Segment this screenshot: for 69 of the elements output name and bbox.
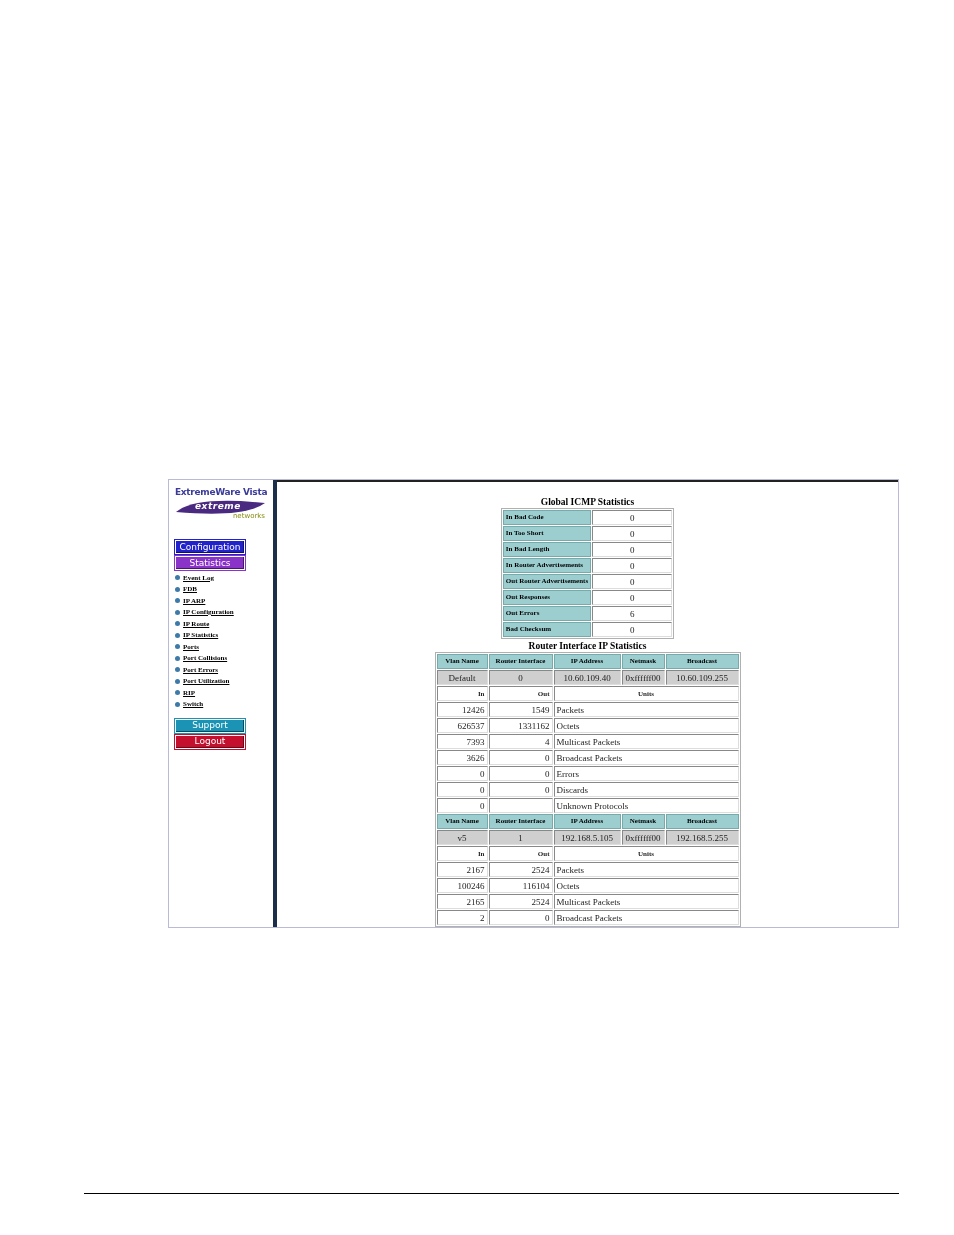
- nav-button[interactable]: Support: [175, 718, 245, 733]
- table-cell: 6: [592, 606, 673, 621]
- bullet-icon: [175, 621, 180, 626]
- table-title: Global ICMP Statistics: [540, 497, 635, 507]
- table-cell: Octets: [553, 878, 739, 893]
- table-cell: 0: [592, 558, 673, 573]
- table-cell: 0: [488, 910, 553, 925]
- nav-button[interactable]: Configuration: [175, 540, 245, 554]
- bullet-icon: [175, 598, 180, 603]
- table-cell: 0: [592, 510, 673, 525]
- table-cell: Multicast Packets: [553, 734, 739, 749]
- table-cell: Broadcast Packets: [553, 910, 739, 925]
- table-cell: 2: [436, 910, 488, 925]
- table-cell: 0: [436, 798, 488, 813]
- table-cell: 100246: [436, 878, 488, 893]
- nav-button[interactable]: Logout: [175, 734, 245, 749]
- table-cell: 0: [592, 590, 673, 605]
- table-cell: 0: [436, 782, 488, 797]
- table-cell: 7393: [436, 734, 488, 749]
- table-cell: Default: [436, 670, 488, 685]
- table-cell: 116104: [488, 878, 553, 893]
- table-cell: Unknown Protocols: [553, 798, 739, 813]
- table-cell: 12426: [436, 702, 488, 717]
- table-cell: 0: [592, 542, 673, 557]
- table-cell: v5: [436, 830, 488, 845]
- table-cell: 1: [488, 830, 553, 845]
- table-cell: 0: [488, 750, 553, 765]
- bullet-icon: [175, 644, 180, 649]
- table-cell: 2524: [488, 862, 553, 877]
- table-cell: 192.168.5.255: [665, 830, 739, 845]
- table-title: Router Interface IP Statistics: [528, 641, 647, 651]
- table-cell: 2165: [436, 894, 488, 909]
- table-cell: 192.168.5.105: [553, 830, 621, 845]
- table-cell: Packets: [553, 702, 739, 717]
- table-cell: 10.60.109.40: [553, 670, 621, 685]
- table-cell: 0: [488, 670, 553, 685]
- bullet-icon: [175, 667, 180, 672]
- bullet-icon: [175, 655, 180, 661]
- table-cell: Errors: [553, 766, 739, 781]
- table-cell: Broadcast Packets: [553, 750, 739, 765]
- table-cell: 1331162: [488, 718, 553, 733]
- table-cell: 0: [488, 782, 553, 797]
- table-cell: 0: [592, 622, 673, 637]
- table-cell: 0: [436, 766, 488, 781]
- table-cell: Octets: [553, 718, 739, 733]
- table-cell: Discards: [553, 782, 739, 797]
- table-cell: 0: [488, 766, 553, 781]
- bullet-icon: [175, 609, 180, 615]
- table-cell: 0xffffff00: [621, 830, 665, 845]
- table-cell: Packets: [553, 862, 739, 877]
- table-cell: 10.60.109.255: [665, 670, 739, 685]
- bullet-icon: [175, 586, 180, 592]
- table-cell: 0: [592, 526, 673, 541]
- bullet-icon: [175, 690, 180, 695]
- bullet-icon: [175, 632, 180, 638]
- table-cell: Multicast Packets: [553, 894, 739, 909]
- table-cell: 1549: [488, 702, 553, 717]
- table-cell: 0: [592, 574, 673, 589]
- table-cell: 2167: [436, 862, 488, 877]
- table-cell: 4: [488, 734, 553, 749]
- bullet-icon: [175, 701, 180, 707]
- table-cell: 2524: [488, 894, 553, 909]
- table-cell: 0xffffff00: [621, 670, 665, 685]
- bullet-icon: [175, 678, 180, 684]
- app-title: ExtremeWare Vista: [175, 486, 268, 498]
- table-cell: 3626: [436, 750, 488, 765]
- bullet-icon: [175, 575, 180, 580]
- nav-button[interactable]: Statistics: [175, 556, 245, 570]
- table-cell: 626537: [436, 718, 488, 733]
